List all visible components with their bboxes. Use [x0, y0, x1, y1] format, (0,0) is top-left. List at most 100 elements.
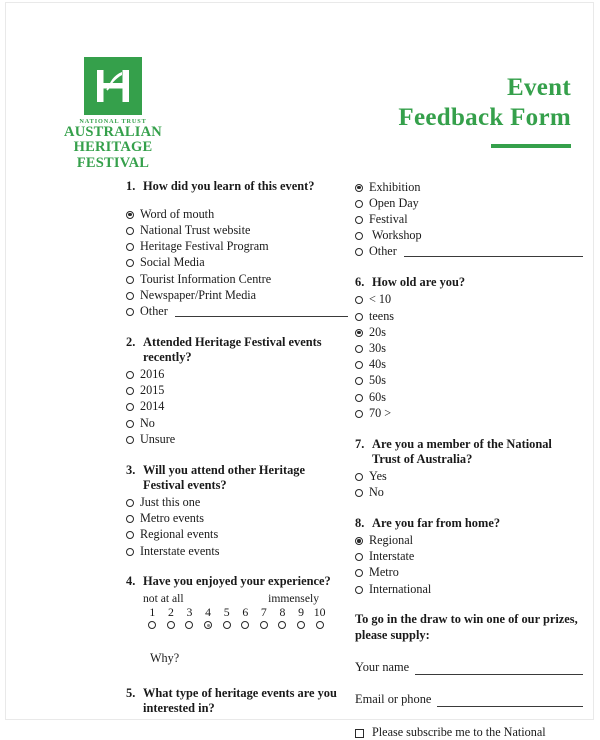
radio-icon[interactable]: [166, 621, 175, 630]
radio-icon[interactable]: [126, 435, 134, 444]
radio-icon[interactable]: [355, 345, 363, 353]
q7-option-yes[interactable]: Yes: [355, 469, 583, 485]
your-name-input[interactable]: [415, 663, 583, 676]
scale-option-9[interactable]: [292, 621, 311, 630]
radio-icon[interactable]: [355, 232, 363, 241]
option-label: 50s: [369, 373, 386, 388]
radio-icon[interactable]: [355, 183, 363, 192]
q6-option-teens[interactable]: teens: [355, 309, 583, 325]
q5-option-festival[interactable]: Festival: [355, 212, 583, 228]
radio-icon[interactable]: [126, 531, 134, 540]
scale-option-2[interactable]: [162, 621, 181, 630]
q1-option-tourist-information-centre[interactable]: Tourist Information Centre: [126, 272, 348, 288]
radio-icon[interactable]: [126, 403, 134, 412]
radio-icon[interactable]: [355, 199, 363, 208]
radio-icon[interactable]: [355, 585, 363, 594]
radio-icon[interactable]: [185, 621, 194, 630]
q1-option-other[interactable]: Other: [126, 304, 348, 320]
scale-option-6[interactable]: [236, 621, 255, 630]
q1-option-newspaper-print-media[interactable]: Newspaper/Print Media: [126, 288, 348, 304]
national-trust-logo: NATIONAL TRUST AUSTRALIAN HERITAGE FESTI…: [54, 57, 172, 171]
checkbox-icon[interactable]: [355, 728, 364, 738]
q8-option-regional[interactable]: Regional: [355, 533, 583, 549]
radio-icon[interactable]: [126, 547, 134, 556]
radio-icon[interactable]: [355, 393, 363, 402]
radio-icon[interactable]: [126, 210, 134, 219]
email-or-phone-input[interactable]: [437, 695, 583, 708]
q3-option-just-this-one[interactable]: Just this one: [126, 495, 348, 511]
heritage-h-leaf-icon: [84, 57, 142, 115]
radio-icon[interactable]: [126, 498, 134, 507]
q2-option-unsure[interactable]: Unsure: [126, 432, 348, 448]
q6-option-20s[interactable]: 20s: [355, 325, 583, 341]
q8-option-interstate[interactable]: Interstate: [355, 549, 583, 565]
radio-icon[interactable]: [222, 621, 231, 630]
radio-icon[interactable]: [355, 215, 363, 224]
q2-option-2016[interactable]: 2016: [126, 367, 348, 383]
q5-option-workshop[interactable]: Workshop: [355, 228, 583, 244]
q5-option-open-day[interactable]: Open Day: [355, 196, 583, 212]
q1-option-word-of-mouth[interactable]: Word of mouth: [126, 207, 348, 223]
radio-icon[interactable]: [278, 621, 287, 630]
q6-option-30s[interactable]: 30s: [355, 341, 583, 357]
scale-option-5[interactable]: [217, 621, 236, 630]
radio-icon[interactable]: [204, 621, 213, 630]
q6-option-50s[interactable]: 50s: [355, 373, 583, 389]
q8-option-international[interactable]: International: [355, 582, 583, 598]
scale-option-3[interactable]: [180, 621, 199, 630]
radio-icon[interactable]: [355, 312, 363, 321]
radio-icon[interactable]: [259, 621, 268, 630]
radio-icon[interactable]: [126, 387, 134, 396]
radio-icon[interactable]: [355, 553, 363, 562]
radio-icon[interactable]: [126, 243, 134, 252]
q2-option-2015[interactable]: 2015: [126, 383, 348, 399]
radio-icon[interactable]: [126, 308, 134, 317]
option-label: Regional: [369, 533, 414, 548]
q1-other-write-in-field[interactable]: [174, 305, 348, 317]
radio-icon[interactable]: [126, 226, 134, 235]
radio-icon[interactable]: [355, 328, 363, 337]
radio-icon[interactable]: [148, 621, 157, 630]
radio-icon[interactable]: [126, 515, 134, 524]
q1-option-national-trust-website[interactable]: National Trust website: [126, 223, 348, 239]
radio-icon[interactable]: [355, 296, 363, 305]
radio-icon[interactable]: [126, 291, 134, 300]
q5-other-write-in-field[interactable]: [403, 245, 583, 258]
scale-option-7[interactable]: [255, 621, 274, 630]
radio-icon[interactable]: [355, 569, 363, 578]
radio-icon[interactable]: [241, 621, 250, 630]
q3-option-interstate-events[interactable]: Interstate events: [126, 544, 348, 560]
radio-icon[interactable]: [315, 621, 324, 630]
radio-icon[interactable]: [355, 537, 363, 546]
q6-option-60s[interactable]: 60s: [355, 390, 583, 406]
radio-icon[interactable]: [126, 419, 134, 428]
q1-option-social-media[interactable]: Social Media: [126, 255, 348, 271]
scale-option-8[interactable]: [273, 621, 292, 630]
radio-icon[interactable]: [355, 377, 363, 386]
q5-option-exhibition[interactable]: Exhibition: [355, 180, 583, 196]
q6-option-under-10[interactable]: < 10: [355, 292, 583, 308]
q1-option-heritage-festival-program[interactable]: Heritage Festival Program: [126, 239, 348, 255]
q2-option-no[interactable]: No: [126, 416, 348, 432]
radio-icon[interactable]: [355, 248, 363, 257]
subscribe-row[interactable]: Please subscribe me to the National: [355, 725, 583, 740]
q6-option-70-plus[interactable]: 70 >: [355, 406, 583, 422]
q2-option-2014[interactable]: 2014: [126, 399, 348, 415]
radio-icon[interactable]: [355, 472, 363, 481]
radio-icon[interactable]: [126, 259, 134, 268]
radio-icon[interactable]: [355, 489, 363, 498]
radio-icon[interactable]: [126, 275, 134, 284]
radio-icon[interactable]: [355, 361, 363, 370]
scale-option-4[interactable]: [199, 621, 218, 630]
q7-option-no[interactable]: No: [355, 485, 583, 501]
q3-option-metro-events[interactable]: Metro events: [126, 511, 348, 527]
q6-option-40s[interactable]: 40s: [355, 357, 583, 373]
radio-icon[interactable]: [126, 371, 134, 380]
q8-option-metro[interactable]: Metro: [355, 565, 583, 581]
radio-icon[interactable]: [297, 621, 306, 630]
scale-option-10[interactable]: [310, 621, 329, 630]
radio-icon[interactable]: [355, 409, 363, 418]
scale-option-1[interactable]: [143, 621, 162, 630]
q3-option-regional-events[interactable]: Regional events: [126, 527, 348, 543]
q5-option-other[interactable]: Other: [355, 244, 583, 260]
